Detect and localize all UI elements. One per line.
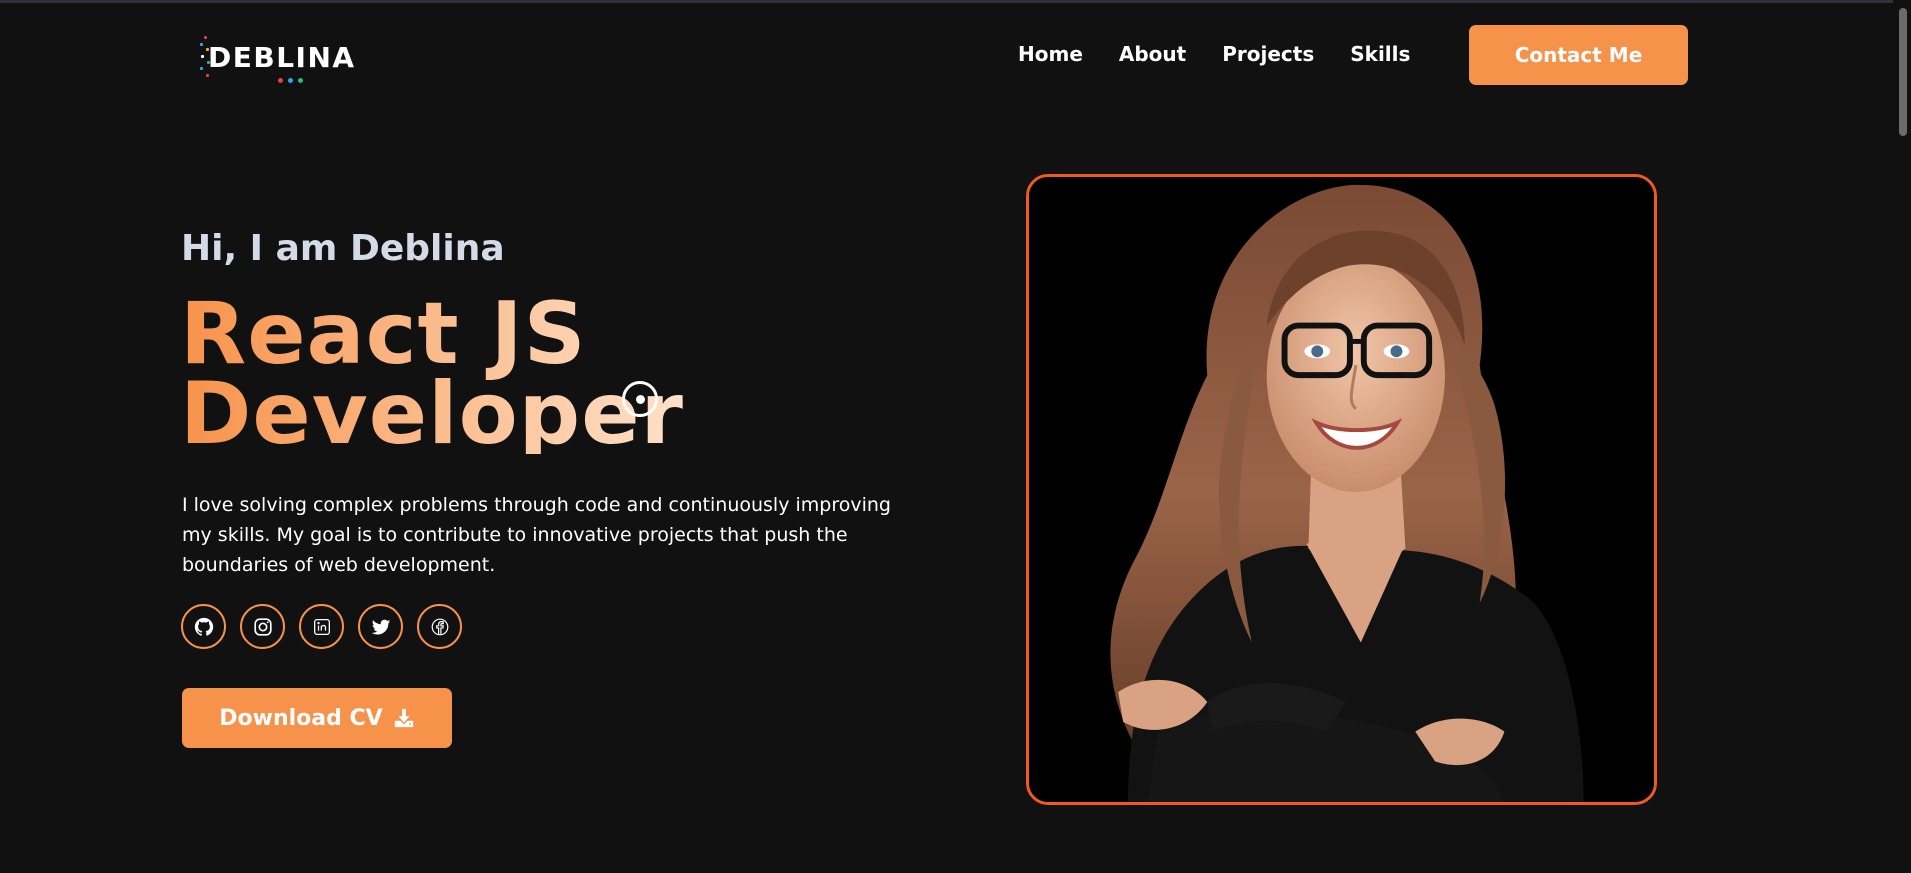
hero-headline-line1: React JS (180, 284, 587, 384)
profile-photo (1026, 174, 1657, 805)
linkedin-link[interactable] (299, 604, 344, 649)
logo-text: DEBLINA (208, 41, 356, 74)
page-scrollbar[interactable] (1893, 0, 1911, 873)
facebook-link[interactable] (417, 604, 462, 649)
instagram-icon (253, 617, 272, 636)
linkedin-icon (313, 618, 330, 635)
hero-bio: I love solving complex problems through … (182, 494, 891, 576)
hero-headline: React JS Developer (180, 294, 740, 454)
nav-link-skills[interactable]: Skills (1350, 40, 1410, 68)
twitter-link[interactable] (358, 604, 403, 649)
portrait-illustration (1029, 177, 1654, 802)
site-logo[interactable]: DEBLINA (198, 32, 378, 88)
scrollbar-thumb[interactable] (1899, 8, 1907, 136)
main-nav: Home About Projects Skills (1018, 40, 1410, 68)
social-links (181, 604, 476, 649)
facebook-icon (431, 618, 448, 635)
hero-headline-line2: Developer (180, 364, 684, 464)
nav-link-about[interactable]: About (1119, 40, 1186, 68)
hero-greeting: Hi, I am Deblina (181, 228, 505, 269)
download-cv-button[interactable]: Download CV (182, 688, 452, 748)
contact-me-button[interactable]: Contact Me (1469, 25, 1688, 85)
top-border (0, 0, 1911, 3)
nav-link-projects[interactable]: Projects (1222, 40, 1314, 68)
github-icon (194, 617, 213, 636)
custom-cursor-dot (636, 395, 645, 404)
instagram-link[interactable] (240, 604, 285, 649)
nav-link-home[interactable]: Home (1018, 40, 1083, 68)
logo-underline-dots (278, 77, 308, 85)
github-link[interactable] (181, 604, 226, 649)
download-icon (394, 708, 413, 728)
download-cv-label: Download CV (219, 705, 383, 731)
twitter-icon (371, 619, 390, 635)
